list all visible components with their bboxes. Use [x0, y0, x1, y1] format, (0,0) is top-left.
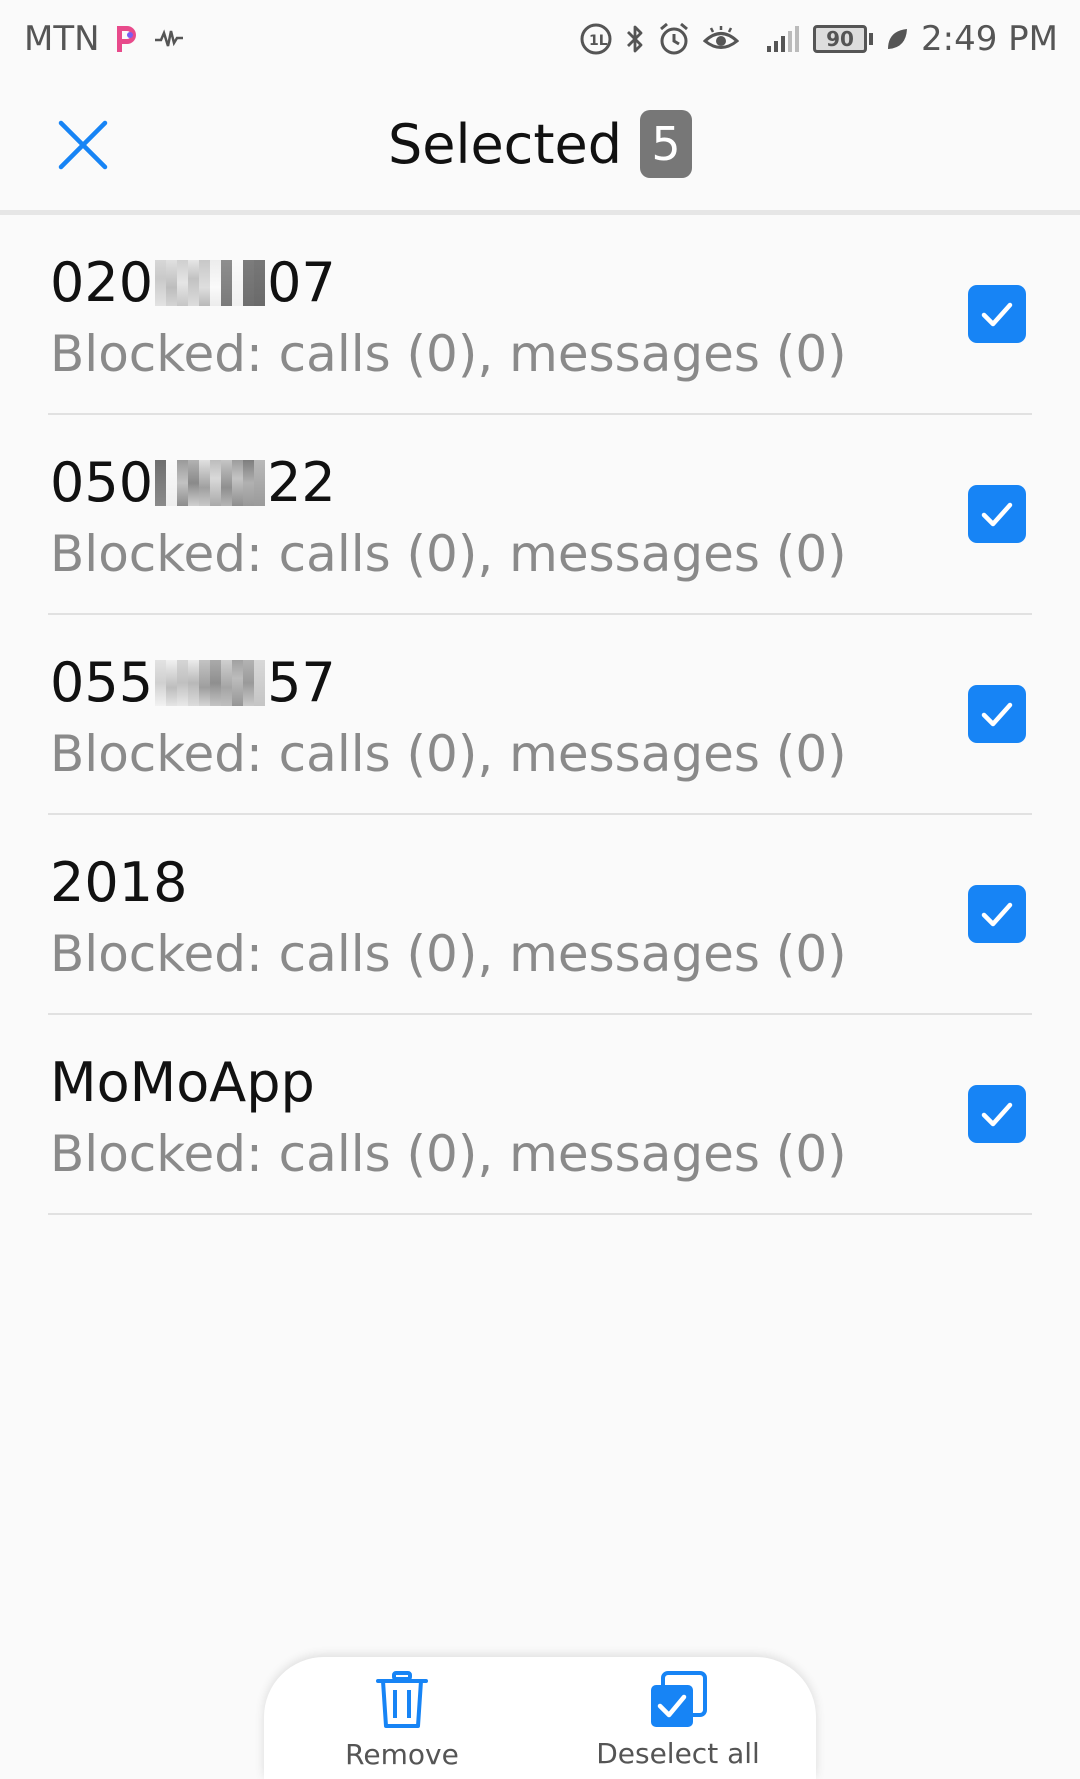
select-checkbox[interactable] [968, 885, 1026, 943]
contact-number: 050 22 [50, 451, 336, 514]
svg-text:1L: 1L [589, 33, 608, 49]
trash-icon [376, 1670, 428, 1728]
blocked-contacts-list: 020 07 Blocked: calls (0), messages (0) … [0, 215, 1080, 1215]
contact-number-prefix: 020 [50, 251, 154, 314]
header-title-group: Selected 5 [387, 110, 693, 178]
blocked-stats: Blocked: calls (0), messages (0) [50, 1125, 847, 1183]
checkmark-icon [981, 302, 1013, 327]
close-button[interactable] [54, 116, 112, 174]
battery-level: 90 [813, 25, 867, 53]
activity-wave-icon [154, 28, 184, 50]
contact-number-suffix: 22 [267, 451, 336, 514]
contact-number-prefix: 055 [50, 651, 154, 714]
deselect-all-label: Deselect all [596, 1736, 760, 1770]
contact-number-prefix: 050 [50, 451, 154, 514]
redacted-digits [155, 259, 266, 306]
select-checkbox[interactable] [968, 485, 1026, 543]
deselect-all-button[interactable]: Deselect all [568, 1670, 788, 1770]
deselect-all-icon [651, 1670, 707, 1727]
close-icon [58, 120, 108, 170]
select-checkbox[interactable] [968, 685, 1026, 743]
bottom-action-bar: Remove Deselect all [264, 1657, 816, 1779]
blocked-stats: Blocked: calls (0), messages (0) [50, 525, 847, 583]
alarm-icon [657, 22, 691, 56]
contact-number: 055 57 [50, 651, 336, 714]
checkmark-icon [981, 502, 1013, 527]
checkmark-icon [981, 702, 1013, 727]
redacted-digits [155, 459, 266, 506]
status-bar-right: 1L 90 2:49 PM [579, 19, 1058, 59]
signal-strength-icon [765, 24, 801, 54]
battery-icon: 90 [813, 25, 873, 53]
select-checkbox[interactable] [968, 1085, 1026, 1143]
list-item[interactable]: 055 57 Blocked: calls (0), messages (0) [48, 615, 1032, 815]
blocked-stats: Blocked: calls (0), messages (0) [50, 925, 847, 983]
page-title: Selected [387, 112, 623, 176]
list-item[interactable]: MoMoApp Blocked: calls (0), messages (0) [48, 1015, 1032, 1215]
data-saver-icon: 1L [579, 22, 613, 56]
contact-name: 2018 [50, 851, 188, 914]
carrier-name: MTN [24, 19, 100, 59]
clock-time: 2:49 PM [921, 19, 1058, 59]
checkmark-icon [981, 902, 1013, 927]
status-bar-left: MTN [24, 19, 184, 59]
bluetooth-icon [625, 23, 645, 55]
blocked-stats: Blocked: calls (0), messages (0) [50, 325, 847, 383]
selected-count-badge: 5 [640, 110, 693, 178]
list-item[interactable]: 2018 Blocked: calls (0), messages (0) [48, 815, 1032, 1015]
power-saving-leaf-icon [885, 26, 909, 52]
contact-name: MoMoApp [50, 1051, 315, 1114]
selection-header: Selected 5 [0, 78, 1080, 210]
remove-button[interactable]: Remove [292, 1670, 512, 1771]
eye-comfort-icon [703, 24, 739, 54]
contact-number: 020 07 [50, 251, 336, 314]
list-item[interactable]: 020 07 Blocked: calls (0), messages (0) [48, 215, 1032, 415]
blocked-stats: Blocked: calls (0), messages (0) [50, 725, 847, 783]
list-item[interactable]: 050 22 Blocked: calls (0), messages (0) [48, 415, 1032, 615]
status-bar: MTN 1L 90 2:49 PM [0, 0, 1080, 78]
app-notification-icon [114, 24, 140, 54]
checkmark-icon [981, 1102, 1013, 1127]
contact-number-suffix: 57 [267, 651, 336, 714]
redacted-digits [155, 659, 266, 706]
contact-number-suffix: 07 [267, 251, 336, 314]
remove-label: Remove [345, 1737, 459, 1771]
select-checkbox[interactable] [968, 285, 1026, 343]
